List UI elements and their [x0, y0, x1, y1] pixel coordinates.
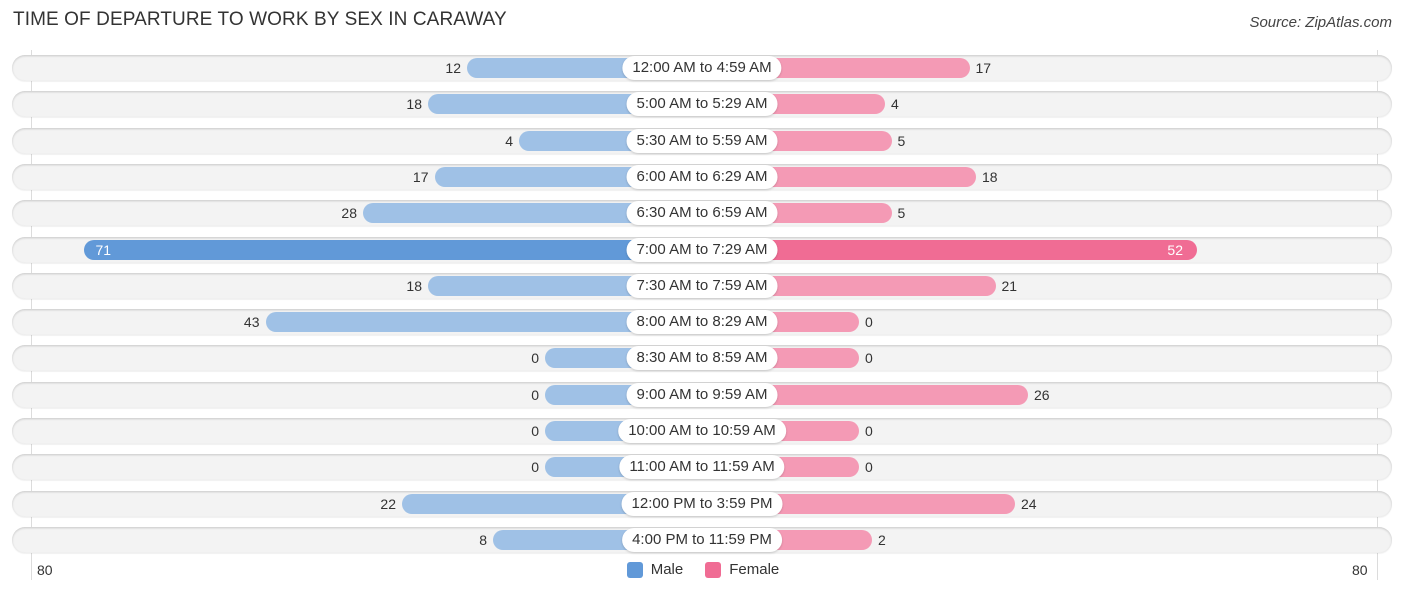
category-label: 5:30 AM to 5:59 AM — [626, 128, 778, 153]
value-label-male: 0 — [531, 459, 539, 476]
value-label-female: 2 — [878, 531, 886, 548]
category-label: 7:00 AM to 7:29 AM — [626, 237, 778, 262]
value-label-female: 4 — [891, 96, 899, 113]
category-label: 8:30 AM to 8:59 AM — [626, 346, 778, 371]
category-label: 10:00 AM to 10:59 AM — [618, 419, 786, 443]
category-label: 6:30 AM to 6:59 AM — [626, 201, 778, 226]
category-label: 6:00 AM to 6:29 AM — [626, 164, 778, 189]
legend-swatch-male — [626, 561, 643, 578]
value-label-male: 18 — [406, 96, 422, 113]
legend-swatch-female — [705, 561, 722, 578]
chart-area: 12 17 12:00 AM to 4:59 AM 18 4 5:00 AM to 5:2… — [0, 0, 1406, 594]
category-label: 7:30 AM to 7:59 AM — [626, 273, 778, 298]
value-label-female: 24 — [1021, 495, 1037, 512]
value-label-female: 21 — [1001, 277, 1018, 294]
value-label-male: 0 — [531, 386, 539, 403]
value-label-male: 12 — [445, 60, 461, 76]
category-label: 5:00 AM to 5:29 AM — [626, 92, 778, 117]
bar-male[interactable] — [83, 239, 702, 260]
value-label-female: 0 — [865, 459, 873, 476]
value-label-female: 52 — [1167, 241, 1183, 258]
value-label-male: 17 — [412, 168, 429, 185]
value-label-female: 26 — [1034, 386, 1050, 403]
value-label-male: 4 — [505, 132, 513, 149]
value-label-male: 22 — [380, 495, 396, 512]
value-label-female: 5 — [897, 205, 906, 222]
value-label-female: 0 — [865, 314, 873, 331]
value-label-female: 5 — [897, 132, 906, 149]
value-label-male: 28 — [341, 205, 357, 222]
value-label-female: 18 — [982, 168, 998, 185]
value-label-male: 71 — [95, 241, 112, 258]
value-label-female: 17 — [975, 60, 992, 76]
legend-label-male: Male — [650, 561, 684, 578]
value-label-male: 0 — [531, 423, 539, 439]
value-label-male: 18 — [406, 277, 422, 294]
category-label: 4:00 PM to 11:59 PM — [622, 527, 782, 552]
category-label: 11:00 AM to 11:59 AM — [619, 455, 785, 480]
value-label-female: 0 — [865, 350, 873, 367]
legend: Male Female — [0, 561, 1406, 578]
value-label-male: 43 — [243, 314, 260, 331]
value-label-male: 8 — [479, 531, 487, 548]
legend-item-male[interactable]: Male — [626, 561, 684, 578]
category-label: 12:00 AM to 4:59 AM — [622, 56, 782, 80]
legend-item-female[interactable]: Female — [705, 561, 779, 578]
category-label: 12:00 PM to 3:59 PM — [621, 491, 783, 516]
category-label: 9:00 AM to 9:59 AM — [626, 382, 778, 407]
category-label: 8:00 AM to 8:29 AM — [626, 310, 778, 335]
value-label-male: 0 — [531, 350, 539, 367]
legend-label-female: Female — [729, 561, 780, 578]
value-label-female: 0 — [865, 423, 873, 439]
